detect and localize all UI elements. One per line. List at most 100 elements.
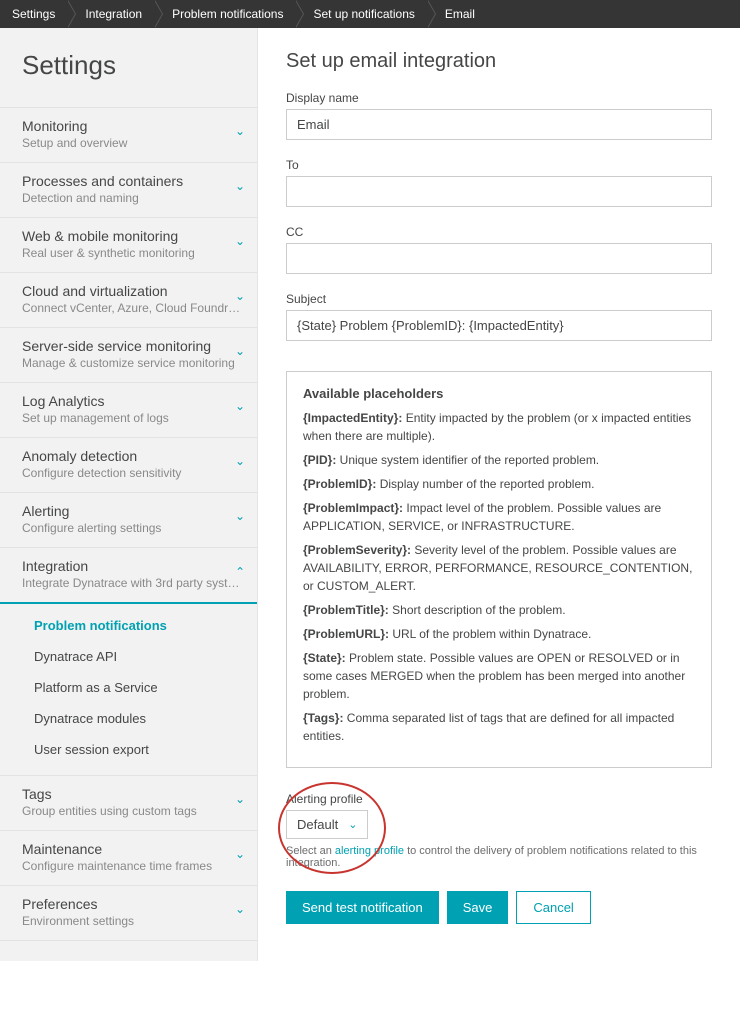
nav-subtitle: Configure maintenance time frames [22, 859, 243, 873]
subject-label: Subject [286, 292, 712, 306]
cancel-button[interactable]: Cancel [516, 891, 590, 924]
cc-label: CC [286, 225, 712, 239]
alerting-profile-group: Alerting profile Default ⌄ Select an ale… [286, 792, 712, 869]
nav-subtitle: Environment settings [22, 914, 243, 928]
placeholder-row: {ProblemURL}: URL of the problem within … [303, 625, 695, 643]
nav-subtitle: Real user & synthetic monitoring [22, 246, 243, 260]
placeholder-row: {ImpactedEntity}: Entity impacted by the… [303, 409, 695, 445]
placeholder-key: {ProblemTitle}: [303, 603, 389, 617]
nav-section-cloud-and-virtualization[interactable]: Cloud and virtualization Connect vCenter,… [0, 272, 257, 327]
placeholder-row: {ProblemTitle}: Short description of the… [303, 601, 695, 619]
placeholder-key: {PID}: [303, 453, 336, 467]
nav-title: Tags [22, 786, 243, 802]
subject-input[interactable] [286, 310, 712, 341]
breadcrumb-setup-notifications[interactable]: Set up notifications [295, 0, 426, 28]
chevron-down-icon: ⌄ [235, 847, 245, 861]
placeholder-row: {ProblemID}: Display number of the repor… [303, 475, 695, 493]
nav-subtitle: Setup and overview [22, 136, 243, 150]
placeholder-row: {Tags}: Comma separated list of tags tha… [303, 709, 695, 745]
subnav-item-user-session-export[interactable]: User session export [0, 734, 257, 765]
page-title: Set up email integration [286, 50, 712, 73]
nav-section-server-side-service-monitoring[interactable]: Server-side service monitoring Manage & c… [0, 327, 257, 382]
placeholder-key: {State}: [303, 651, 346, 665]
breadcrumb-problem-notifications[interactable]: Problem notifications [154, 0, 295, 28]
alerting-profile-label: Alerting profile [286, 792, 712, 806]
nav-section-processes-and-containers[interactable]: Processes and containers Detection and na… [0, 162, 257, 217]
placeholder-key: {Tags}: [303, 711, 343, 725]
placeholders-panel: Available placeholders {ImpactedEntity}:… [286, 371, 712, 768]
main-content: Set up email integration Display name To… [258, 28, 740, 961]
placeholder-row: {PID}: Unique system identifier of the r… [303, 451, 695, 469]
nav-title: Anomaly detection [22, 448, 243, 464]
display-name-input[interactable] [286, 109, 712, 140]
nav-title: Monitoring [22, 118, 243, 134]
nav-title: Web & mobile monitoring [22, 228, 243, 244]
chevron-down-icon: ⌄ [348, 818, 357, 831]
nav-subtitle: Set up management of logs [22, 411, 243, 425]
nav-title: Cloud and virtualization [22, 283, 243, 299]
nav-title: Preferences [22, 896, 243, 912]
breadcrumb-integration[interactable]: Integration [67, 0, 154, 28]
chevron-down-icon: ⌄ [235, 792, 245, 806]
alerting-profile-select[interactable]: Default ⌄ [286, 810, 368, 839]
placeholder-row: {ProblemImpact}: Impact level of the pro… [303, 499, 695, 535]
placeholder-key: {ProblemID}: [303, 477, 376, 491]
nav-section-anomaly-detection[interactable]: Anomaly detection Configure detection sen… [0, 437, 257, 492]
to-label: To [286, 158, 712, 172]
subnav-item-problem-notifications[interactable]: Problem notifications [0, 610, 257, 641]
cc-input[interactable] [286, 243, 712, 274]
chevron-down-icon: ⌄ [235, 902, 245, 916]
save-button[interactable]: Save [447, 891, 509, 924]
chevron-down-icon: ⌄ [235, 509, 245, 523]
nav-section-integration[interactable]: IntegrationIntegrate Dynatrace with 3rd … [0, 547, 257, 604]
placeholder-key: {ImpactedEntity}: [303, 411, 402, 425]
nav-title: Log Analytics [22, 393, 243, 409]
placeholder-key: {ProblemSeverity}: [303, 543, 411, 557]
settings-sidebar: Settings MonitoringSetup and overview⌄Pr… [0, 28, 258, 961]
nav-subtitle: Detection and naming [22, 191, 243, 205]
nav-subtitle: Connect vCenter, Azure, Cloud Foundry o… [22, 301, 243, 315]
to-input[interactable] [286, 176, 712, 207]
chevron-down-icon: ⌄ [235, 454, 245, 468]
subnav-item-dynatrace-api[interactable]: Dynatrace API [0, 641, 257, 672]
nav-subtitle: Configure detection sensitivity [22, 466, 243, 480]
placeholder-row: {ProblemSeverity}: Severity level of the… [303, 541, 695, 595]
subnav-item-dynatrace-modules[interactable]: Dynatrace modules [0, 703, 257, 734]
nav-section-preferences[interactable]: Preferences Environment settings⌄ [0, 885, 257, 941]
action-buttons: Send test notification Save Cancel [286, 891, 712, 924]
nav-subtitle: Integrate Dynatrace with 3rd party syste… [22, 576, 243, 590]
placeholder-key: {ProblemImpact}: [303, 501, 403, 515]
display-name-label: Display name [286, 91, 712, 105]
alerting-profile-value: Default [297, 817, 338, 832]
chevron-down-icon: ⌄ [235, 124, 245, 138]
breadcrumb: Settings Integration Problem notificatio… [0, 0, 740, 28]
alerting-help-text: Select an alerting profile to control th… [286, 845, 712, 869]
nav-section-alerting[interactable]: Alerting Configure alerting settings⌄ [0, 492, 257, 547]
nav-subtitle: Configure alerting settings [22, 521, 243, 535]
chevron-down-icon: ⌄ [235, 399, 245, 413]
chevron-down-icon: ⌄ [235, 234, 245, 248]
chevron-down-icon: ⌄ [235, 564, 245, 578]
alerting-profile-link[interactable]: alerting profile [335, 845, 404, 857]
nav-section-tags[interactable]: Tags Group entities using custom tags⌄ [0, 775, 257, 830]
nav-title: Server-side service monitoring [22, 338, 243, 354]
nav-section-monitoring[interactable]: Monitoring Setup and overview⌄ [0, 107, 257, 162]
nav-subtitle: Group entities using custom tags [22, 804, 243, 818]
nav-title: Processes and containers [22, 173, 243, 189]
subnav: Problem notificationsDynatrace APIPlatfo… [0, 604, 257, 775]
nav-section-web-mobile-monitoring[interactable]: Web & mobile monitoring Real user & synth… [0, 217, 257, 272]
breadcrumb-email[interactable]: Email [427, 0, 487, 28]
nav-section-log-analytics[interactable]: Log Analytics Set up management of logs⌄ [0, 382, 257, 437]
breadcrumb-settings[interactable]: Settings [0, 0, 67, 28]
chevron-down-icon: ⌄ [235, 344, 245, 358]
nav-section-maintenance[interactable]: MaintenanceConfigure maintenance time fr… [0, 830, 257, 885]
placeholders-heading: Available placeholders [303, 386, 695, 401]
nav-subtitle: Manage & customize service monitoring [22, 356, 243, 370]
chevron-down-icon: ⌄ [235, 289, 245, 303]
subnav-item-platform-as-a-service[interactable]: Platform as a Service [0, 672, 257, 703]
send-test-button[interactable]: Send test notification [286, 891, 439, 924]
placeholder-key: {ProblemURL}: [303, 627, 389, 641]
sidebar-heading: Settings [0, 28, 257, 107]
chevron-down-icon: ⌄ [235, 179, 245, 193]
nav-title: Alerting [22, 503, 243, 519]
